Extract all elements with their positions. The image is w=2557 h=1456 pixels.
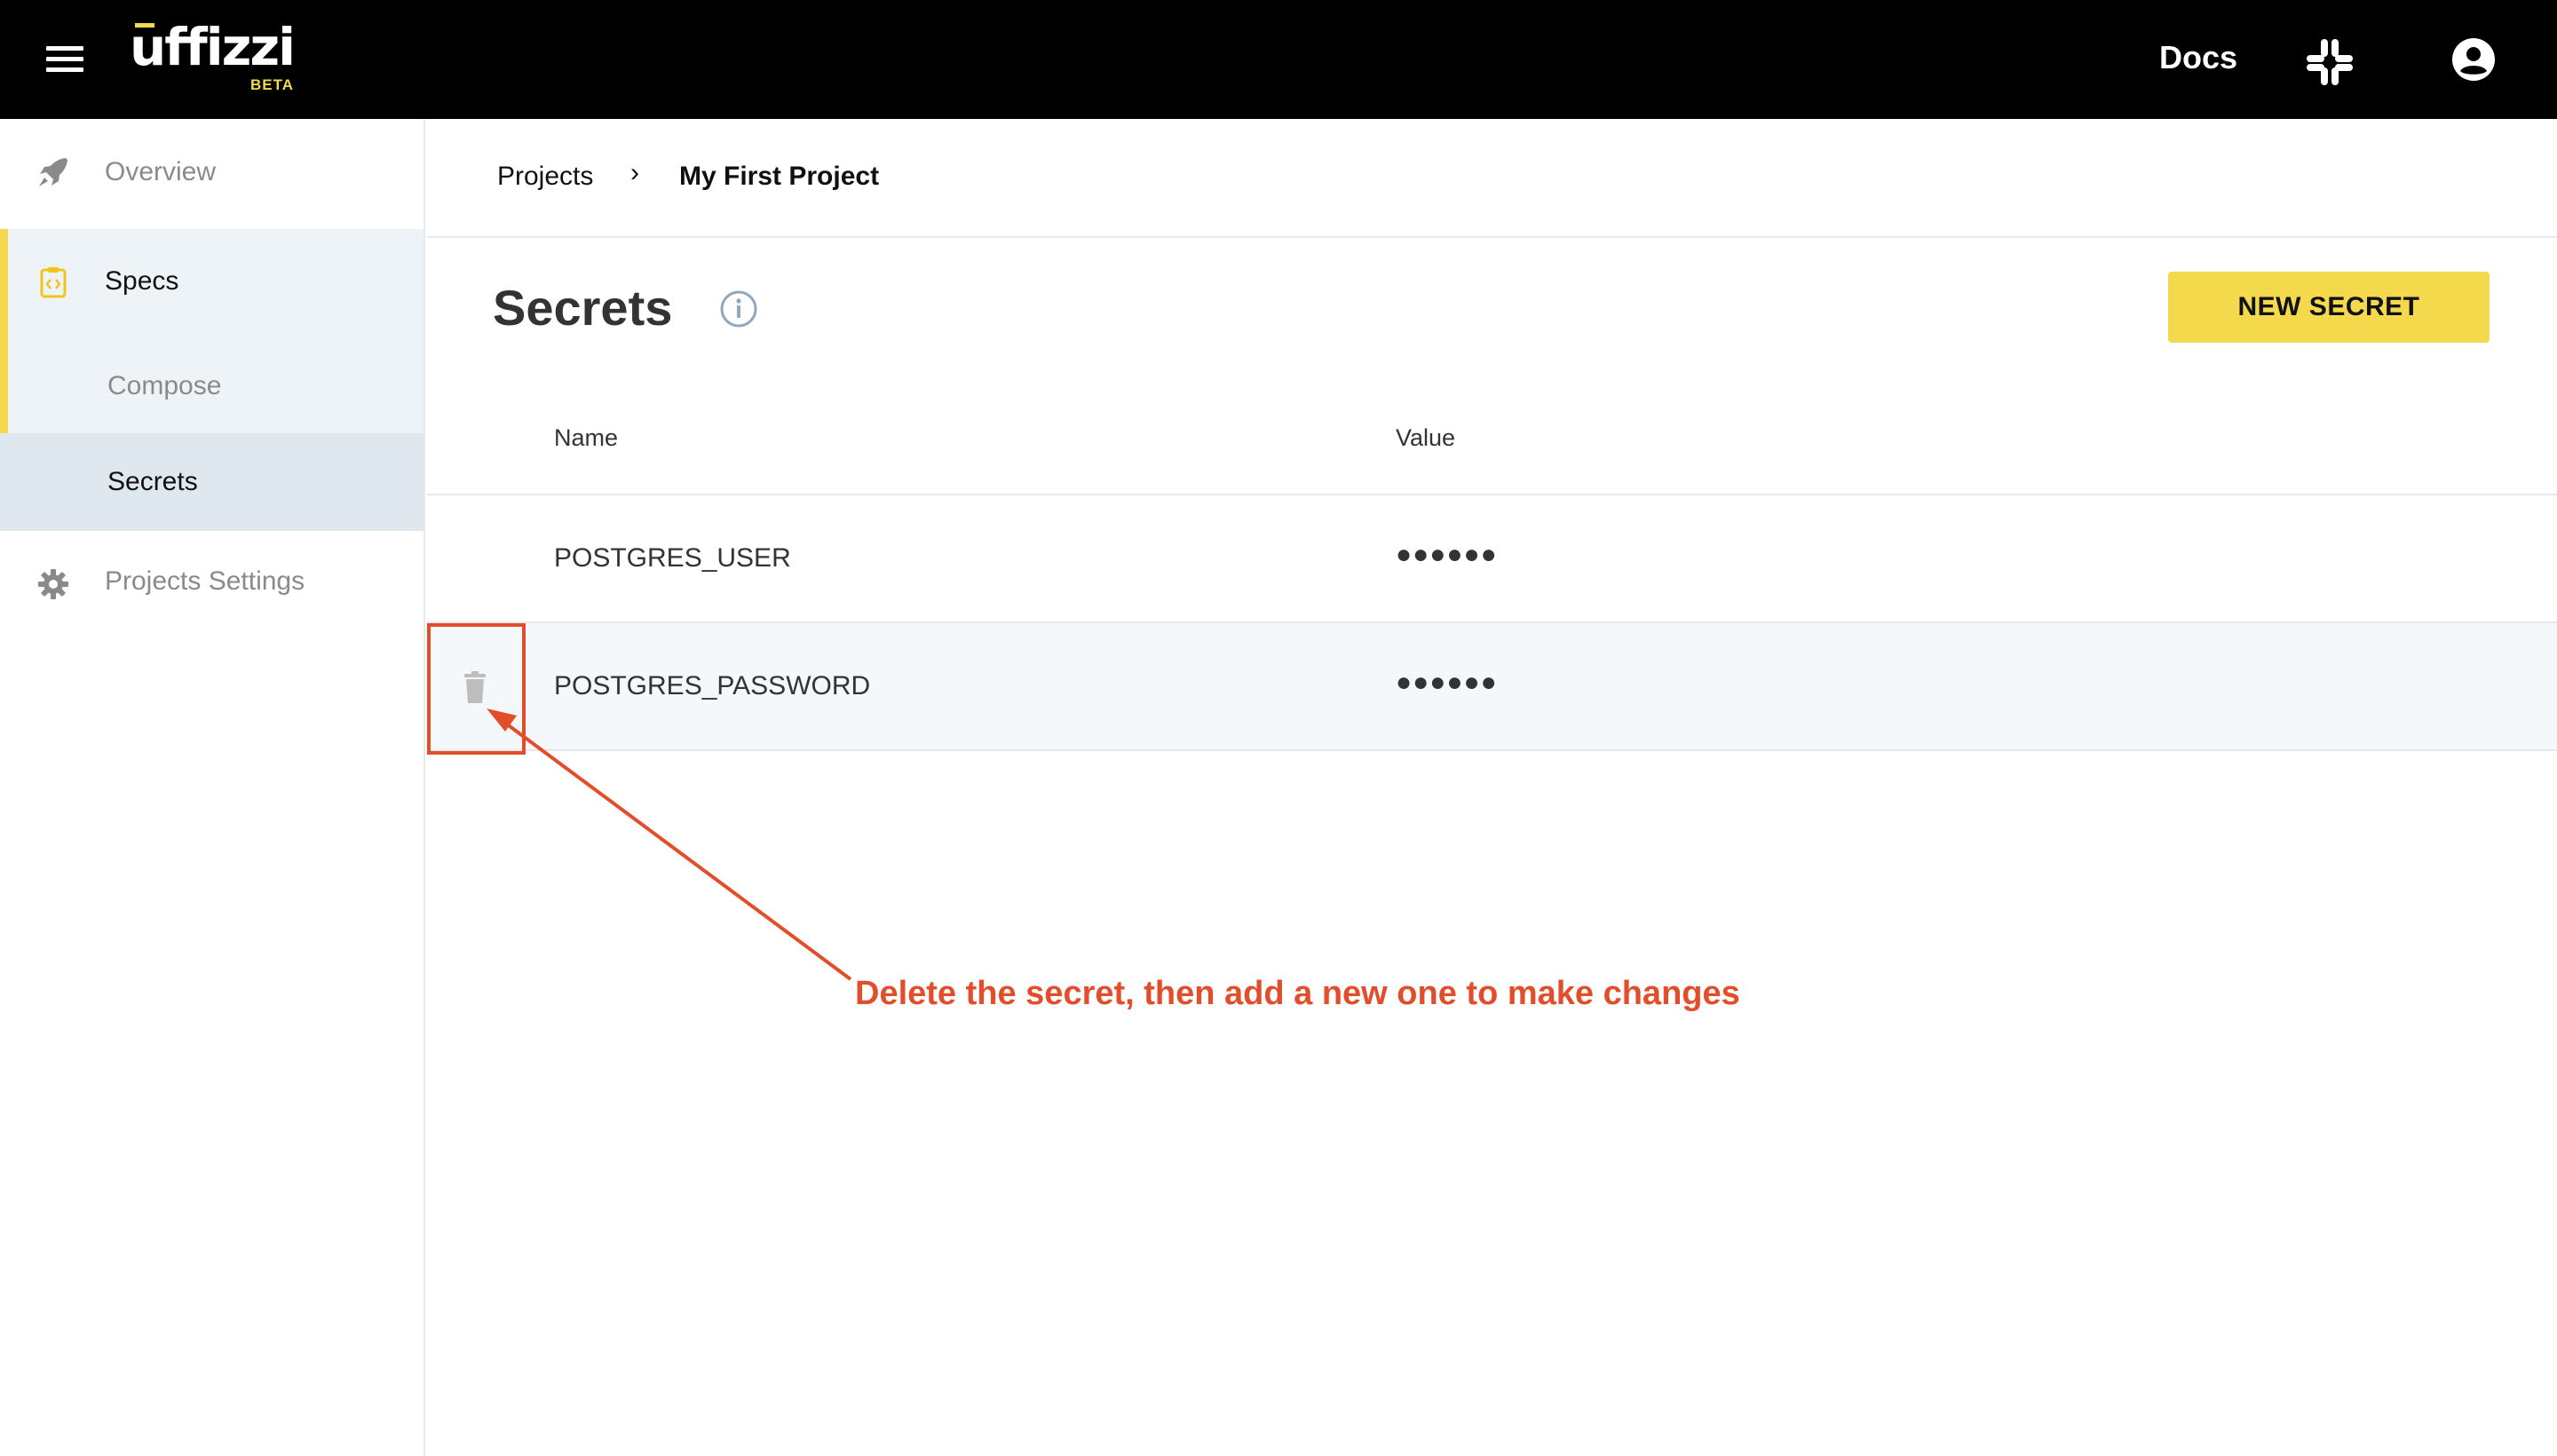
sidebar-item-label: Compose bbox=[107, 371, 222, 400]
info-icon[interactable] bbox=[719, 289, 758, 328]
annotation-highlight-box bbox=[427, 623, 526, 755]
beta-badge: BETA bbox=[250, 76, 295, 93]
new-secret-button[interactable]: NEW SECRET bbox=[2168, 272, 2490, 343]
column-header-name: Name bbox=[554, 424, 619, 451]
table-row[interactable]: POSTGRES_PASSWORD ●●●●●● bbox=[427, 623, 2557, 751]
uffizzi-logo[interactable]: uffizzi BETA bbox=[130, 16, 296, 93]
secret-name: POSTGRES_USER bbox=[554, 543, 791, 573]
breadcrumb-projects-link[interactable]: Projects bbox=[497, 162, 593, 192]
page-title: Secrets bbox=[493, 280, 673, 336]
sidebar-item-label: Specs bbox=[105, 266, 179, 296]
gear-icon bbox=[38, 569, 68, 599]
annotation-text: Delete the secret, then add a new one to… bbox=[855, 975, 1740, 1012]
secret-value-masked: ●●●●●● bbox=[1396, 540, 1498, 569]
sidebar-item-compose[interactable]: Compose bbox=[0, 339, 424, 433]
sidebar-item-label: Overview bbox=[105, 157, 217, 186]
sidebar-item-projects-settings[interactable]: Projects Settings bbox=[0, 531, 424, 641]
rocket-icon bbox=[39, 158, 67, 186]
sidebar-item-label: Projects Settings bbox=[105, 566, 305, 596]
secret-name: POSTGRES_PASSWORD bbox=[554, 671, 871, 700]
secret-value-masked: ●●●●●● bbox=[1396, 668, 1498, 697]
sidebar-item-label: Secrets bbox=[107, 467, 198, 496]
sidebar-item-secrets[interactable]: Secrets bbox=[0, 433, 424, 531]
sidebar-item-specs[interactable]: Specs bbox=[0, 229, 424, 339]
code-file-icon bbox=[40, 267, 67, 298]
account-circle-icon[interactable] bbox=[2450, 36, 2497, 83]
breadcrumb: Projects › My First Project bbox=[427, 119, 2557, 238]
column-header-value: Value bbox=[1396, 424, 1456, 451]
hamburger-menu-icon[interactable] bbox=[46, 46, 83, 73]
table-header: Name Value bbox=[427, 391, 2557, 495]
specs-group: Specs Compose Secrets bbox=[0, 229, 424, 531]
table-row[interactable]: POSTGRES_USER ●●●●●● bbox=[427, 495, 2557, 623]
logo-text: uffizzi bbox=[130, 17, 296, 77]
slack-icon[interactable] bbox=[2301, 36, 2358, 89]
top-bar: uffizzi BETA Docs bbox=[0, 0, 2557, 119]
breadcrumb-current: My First Project bbox=[679, 162, 880, 191]
sidebar-item-overview[interactable]: Overview bbox=[0, 119, 424, 229]
sidebar: Overview Specs Compose Secrets Projects … bbox=[0, 119, 425, 1456]
breadcrumb-separator: › bbox=[630, 158, 639, 187]
docs-link[interactable]: Docs bbox=[2159, 39, 2237, 76]
